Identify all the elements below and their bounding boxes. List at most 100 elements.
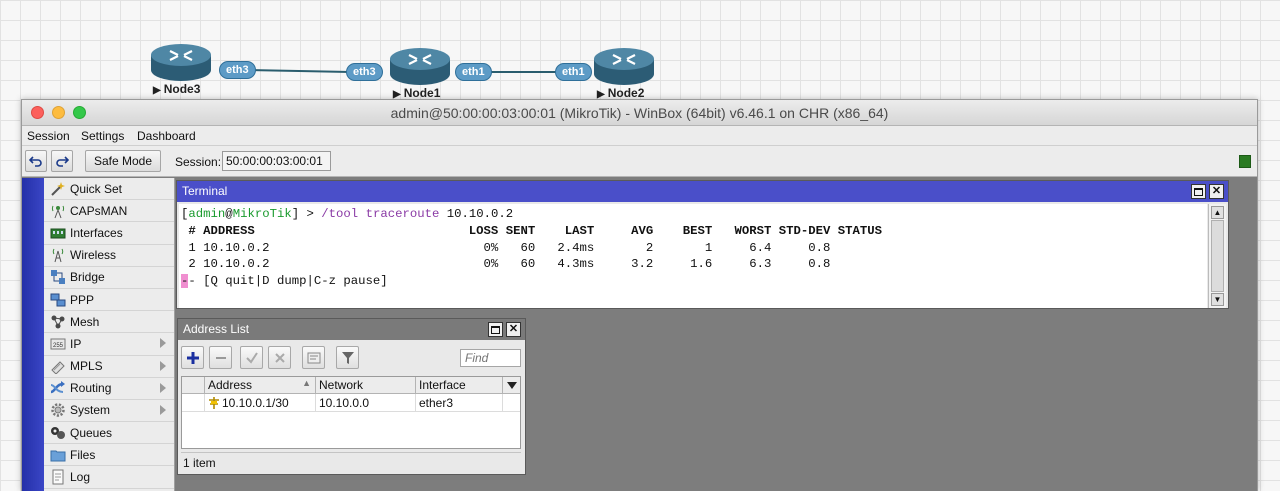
port-badge-node1-eth3[interactable]: eth3 [346, 63, 383, 81]
comment-button[interactable] [302, 346, 325, 369]
scroll-up-icon[interactable]: ▲ [1211, 206, 1224, 219]
column-header-network[interactable]: Network [316, 377, 416, 394]
table-row[interactable]: 10.10.0.1/30 10.10.0.0 ether3 [182, 394, 520, 412]
port-badge-node1-eth1[interactable]: eth1 [455, 63, 492, 81]
terminal-titlebar[interactable]: Terminal ✕ [177, 181, 1228, 202]
sidebar-item-queues[interactable]: Queues [44, 422, 174, 445]
submenu-arrow-icon [160, 382, 166, 393]
sidebar-item-system[interactable]: System [44, 400, 174, 423]
maximize-terminal-button[interactable] [1191, 184, 1206, 199]
router-icon [390, 48, 450, 85]
disable-button[interactable] [268, 346, 291, 369]
menu-dashboard[interactable]: Dashboard [137, 129, 196, 143]
sidebar-item-ip[interactable]: 255 IP [44, 333, 174, 356]
sidebar-item-label: MPLS [70, 359, 103, 374]
enable-button[interactable] [240, 346, 263, 369]
submenu-arrow-icon [160, 338, 166, 349]
maximize-address-list-button[interactable] [488, 322, 503, 337]
undo-button[interactable] [25, 150, 47, 172]
terminal-window: Terminal ✕ [admin@MikroTik] > /tool trac… [176, 180, 1229, 309]
router-icon [594, 48, 654, 85]
sidebar-item-label: Bridge [70, 270, 105, 285]
cell-network: 10.10.0.0 [316, 394, 416, 412]
terminal-result-rows: 1 10.10.0.2 0% 60 2.4ms 2 1 6.4 0.8 2 10… [181, 240, 1205, 274]
terminal-result-row: 2 10.10.0.2 0% 60 4.3ms 3.2 1.6 6.3 0.8 [181, 257, 838, 272]
add-button[interactable] [181, 346, 204, 369]
column-header-address[interactable]: Address ▲ [205, 377, 316, 394]
sidebar-item-label: Log [70, 470, 91, 485]
cross-icon [274, 352, 285, 363]
queues-icon [50, 425, 66, 441]
router-node3[interactable] [150, 40, 212, 85]
close-icon: ✕ [508, 323, 519, 335]
remove-button[interactable] [209, 346, 232, 369]
address-list-titlebar[interactable]: Address List ✕ [178, 319, 525, 340]
address-list-title: Address List [183, 322, 250, 336]
filter-button[interactable] [336, 346, 359, 369]
terminal-output[interactable]: [admin@MikroTik] > /tool traceroute 10.1… [179, 204, 1207, 308]
window-title: admin@50:00:00:03:00:01 (MikroTik) - Win… [390, 105, 889, 121]
sidebar-item-mesh[interactable]: Mesh [44, 311, 174, 334]
find-input[interactable] [460, 349, 521, 367]
close-terminal-button[interactable]: ✕ [1209, 184, 1224, 199]
node-label-node2: ▶ Node2 [597, 86, 645, 100]
maximize-icon [1194, 187, 1203, 196]
address-entry-icon [209, 397, 219, 409]
terminal-title: Terminal [182, 184, 228, 198]
redo-button[interactable] [51, 150, 73, 172]
menu-settings[interactable]: Settings [81, 129, 124, 143]
toolbar: Safe Mode Session: 50:00:00:03:00:01 [22, 146, 1257, 177]
check-icon [245, 351, 258, 364]
router-node2[interactable] [593, 44, 655, 89]
close-address-list-button[interactable]: ✕ [506, 322, 521, 337]
terminal-result-row: 1 10.10.0.2 0% 60 2.4ms 2 1 6.4 0.8 [181, 240, 838, 255]
minus-icon [215, 356, 226, 359]
sidebar-item-interfaces[interactable]: Interfaces [44, 222, 174, 245]
menu-session[interactable]: Session [27, 129, 70, 143]
sidebar-item-log[interactable]: Log [44, 466, 174, 489]
plus-icon [186, 351, 199, 364]
routing-icon [50, 380, 66, 396]
window-titlebar[interactable]: admin@50:00:00:03:00:01 (MikroTik) - Win… [22, 100, 1257, 126]
sidebar-item-capsman[interactable]: CAPsMAN [44, 200, 174, 223]
safe-mode-button[interactable]: Safe Mode [85, 150, 161, 172]
column-chooser-button[interactable] [503, 377, 520, 394]
port-badge-node2-eth1[interactable]: eth1 [555, 63, 592, 81]
topology-canvas[interactable]: ▶ Node3 ▶ Node1 ▶ Node2 eth3 eth3 eth1 eth1 [0, 0, 1280, 100]
filter-icon [341, 351, 354, 364]
sidebar-menu: Quick Set CAPsMAN Interfaces Wireless Br… [44, 178, 175, 491]
sidebar-item-quick-set[interactable]: Quick Set [44, 178, 174, 201]
sidebar-item-wireless[interactable]: Wireless [44, 245, 174, 267]
sidebar-item-ppp[interactable]: PPP [44, 289, 174, 312]
status-bar: 1 item [181, 452, 521, 472]
sidebar-item-mpls[interactable]: MPLS [44, 356, 174, 378]
connection-status-indicator [1239, 155, 1251, 168]
sort-arrow-icon: ▲ [302, 378, 311, 388]
terminal-header-row: # ADDRESS LOSS SENT LAST AVG BEST WORST … [181, 223, 883, 238]
log-icon [50, 469, 66, 485]
winbox-window: admin@50:00:00:03:00:01 (MikroTik) - Win… [21, 99, 1258, 491]
port-badge-node3-eth3[interactable]: eth3 [219, 61, 256, 79]
session-field[interactable]: 50:00:00:03:00:01 [222, 151, 331, 171]
close-icon: ✕ [1211, 185, 1222, 197]
router-node1[interactable] [389, 44, 451, 89]
terminal-scrollbar[interactable]: ▲ ▼ [1208, 204, 1226, 308]
row-flag-cell [182, 394, 205, 412]
column-header-interface[interactable]: Interface [416, 377, 503, 394]
maximize-icon [491, 325, 500, 334]
terminal-footer-line: -- [Q quit|D dump|C-z pause] [181, 274, 388, 289]
scroll-thumb[interactable] [1211, 220, 1224, 292]
menu-bar: Session Settings Dashboard [22, 126, 1257, 146]
sidebar-item-bridge[interactable]: Bridge [44, 267, 174, 289]
header-spacer [182, 377, 205, 394]
sidebar-item-files[interactable]: Files [44, 444, 174, 467]
scroll-down-icon[interactable]: ▼ [1211, 293, 1224, 306]
ppp-icon [50, 292, 66, 308]
sidebar-item-label: Mesh [70, 314, 100, 329]
sidebar-item-routing[interactable]: Routing [44, 378, 174, 400]
router-icon [151, 44, 211, 81]
mpls-icon [50, 358, 66, 375]
antenna-icon [50, 203, 66, 219]
sidebar-item-label: IP [70, 336, 82, 351]
dropdown-icon [506, 382, 517, 389]
